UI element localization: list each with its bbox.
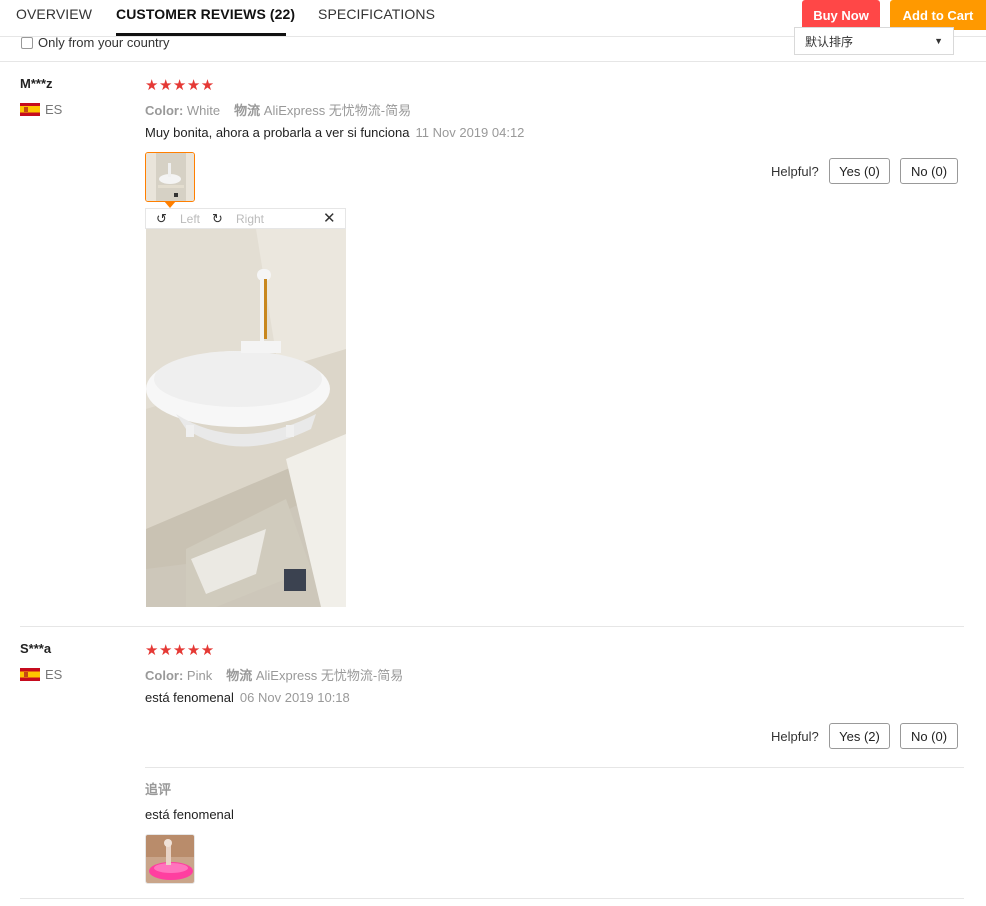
review-body: Muy bonita, ahora a probarla a ver si fu…	[145, 125, 524, 140]
reviewer-country: ES	[45, 102, 63, 117]
review-attributes: Color: White 物流 AliExpress 无忧物流-简易	[145, 100, 411, 119]
review-text: Muy bonita, ahora a probarla a ver si fu…	[145, 125, 410, 140]
color-attr-value: White	[186, 103, 221, 118]
rotate-right-label[interactable]: Right	[236, 212, 264, 226]
helpful-yes-button[interactable]: Yes (0)	[829, 158, 890, 184]
review-date: 06 Nov 2019 10:18	[239, 690, 350, 705]
spain-flag-icon	[20, 668, 40, 681]
reviewer-country: ES	[45, 667, 63, 682]
sort-selected-value: 默认排序	[805, 34, 854, 49]
shipping-attr-label: 物流	[234, 103, 261, 118]
review-date: 11 Nov 2019 04:12	[415, 125, 525, 140]
close-icon[interactable]: ✕	[323, 209, 336, 227]
shipping-attr-value: AliExpress 无忧物流-简易	[255, 668, 404, 683]
sort-select[interactable]: 默认排序 ▼	[794, 27, 954, 55]
tab-overview[interactable]: OVERVIEW	[16, 6, 92, 22]
followup-divider	[145, 767, 964, 768]
helpful-label: Helpful?	[771, 164, 819, 179]
reviewer-name: S***a	[20, 641, 52, 656]
review-body: está fenomenal 06 Nov 2019 10:18	[145, 690, 350, 705]
review-filter-row: Only from your country 默认排序 ▼	[0, 27, 986, 62]
color-attr-value: Pink	[186, 668, 213, 683]
reviewer-name: M***z	[20, 76, 53, 91]
buy-now-button[interactable]: Buy Now	[802, 0, 880, 30]
add-to-cart-button[interactable]: Add to Cart	[890, 0, 986, 30]
tab-specifications[interactable]: SPECIFICATIONS	[318, 6, 435, 22]
tab-customer-reviews[interactable]: CUSTOMER REVIEWS (22)	[116, 6, 295, 22]
shipping-attr-value: AliExpress 无忧物流-简易	[263, 103, 412, 118]
helpful-yes-button[interactable]: Yes (2)	[829, 723, 890, 749]
only-country-label[interactable]: Only from your country	[38, 35, 170, 50]
star-rating: ★★★★★	[145, 642, 215, 659]
review-photo-enlarged	[146, 229, 346, 607]
followup-text: está fenomenal	[145, 807, 234, 822]
color-attr-label: Color:	[145, 668, 184, 683]
review-divider	[20, 898, 964, 899]
followup-label: 追评	[145, 782, 172, 797]
color-attr-label: Color:	[145, 103, 184, 118]
helpful-label: Helpful?	[771, 729, 819, 744]
chevron-down-icon: ▼	[934, 36, 943, 46]
review-photo-thumbnail[interactable]	[145, 152, 195, 202]
helpful-no-button[interactable]: No (0)	[900, 158, 958, 184]
rotate-left-icon[interactable]: ↺	[156, 211, 167, 227]
spain-flag-icon	[20, 103, 40, 116]
rotate-left-label[interactable]: Left	[180, 212, 200, 226]
star-rating: ★★★★★	[145, 77, 215, 94]
thumbnail-selected-indicator	[164, 201, 176, 208]
photo-viewer-toolbar: ↺ Left ↻ Right ✕	[145, 208, 346, 229]
rotate-right-icon[interactable]: ↻	[212, 211, 223, 227]
review-text: está fenomenal	[145, 690, 234, 705]
followup-photo-thumbnail[interactable]	[145, 834, 195, 884]
shipping-attr-label: 物流	[226, 668, 253, 683]
helpful-no-button[interactable]: No (0)	[900, 723, 958, 749]
review-divider	[20, 626, 964, 627]
only-country-checkbox[interactable]	[21, 37, 33, 49]
review-attributes: Color: Pink 物流 AliExpress 无忧物流-简易	[145, 665, 403, 684]
